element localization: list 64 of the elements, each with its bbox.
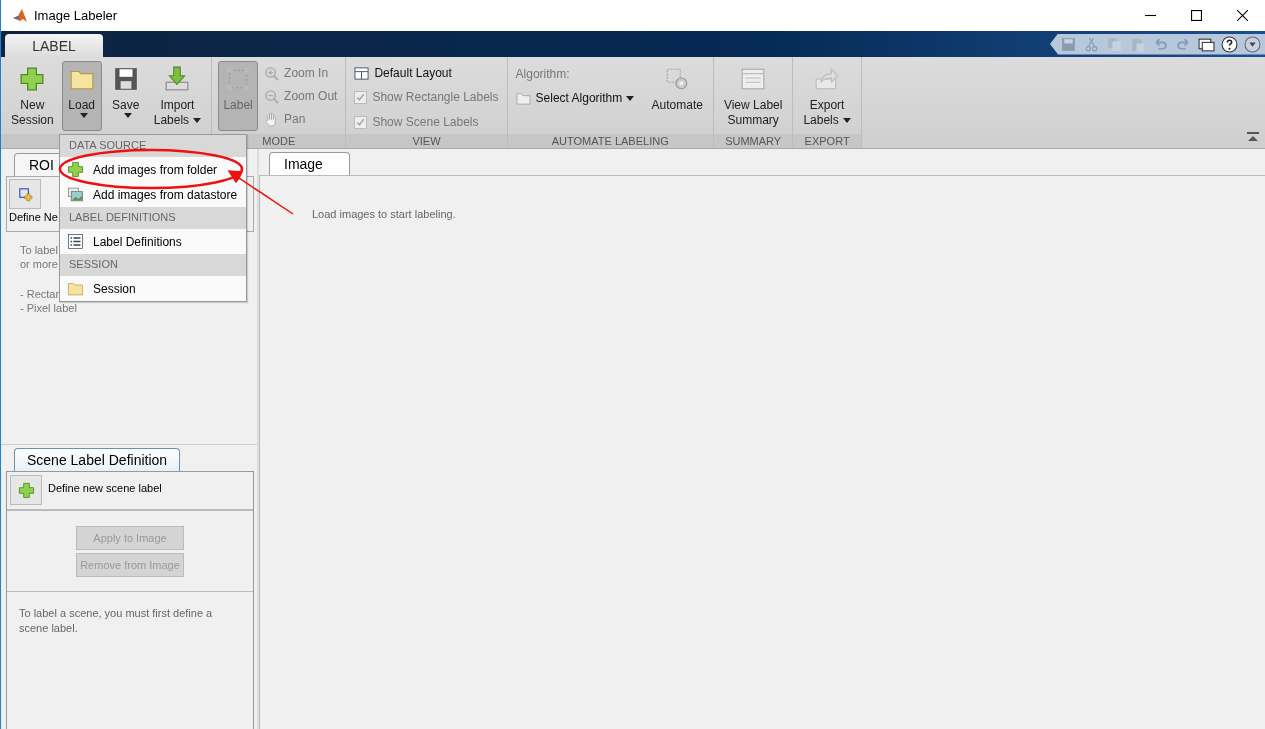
folder-icon xyxy=(515,90,531,106)
zoom-in-icon xyxy=(264,65,280,81)
menu-heading: DATA SOURCE xyxy=(60,135,246,157)
export-button[interactable]: Export Labels xyxy=(799,61,855,131)
close-icon xyxy=(1236,10,1248,21)
plus-icon xyxy=(17,481,35,499)
list-icon xyxy=(67,233,84,250)
save-icon[interactable] xyxy=(1060,35,1077,53)
collapse-ribbon-icon[interactable] xyxy=(1247,132,1259,142)
caret-icon xyxy=(626,95,635,101)
scissors-icon[interactable] xyxy=(1083,35,1100,53)
layout-button[interactable]: Default Layout xyxy=(352,63,501,83)
add-scene-label-button[interactable] xyxy=(10,475,42,505)
ribbon-tab[interactable]: LABEL xyxy=(5,34,103,57)
caret-icon[interactable] xyxy=(1244,35,1261,53)
menu-item[interactable]: Label Definitions xyxy=(60,229,246,254)
automate-button[interactable]: Automate xyxy=(647,61,707,131)
menu-heading: LABEL DEFINITIONS xyxy=(60,207,246,229)
checkmark-icon xyxy=(355,91,367,103)
help-text: To label a scene, you must first define a scene label. xyxy=(19,606,214,636)
algorithm-label: Algorithm: xyxy=(514,66,571,83)
folder-icon xyxy=(67,280,84,297)
plus-icon xyxy=(19,66,46,92)
panel-tab[interactable]: Image xyxy=(269,152,350,175)
help-text: - Pixel label xyxy=(20,301,77,315)
select-algorithm-dropdown[interactable]: Select Algorithm xyxy=(513,88,644,108)
selection-box-icon xyxy=(225,66,252,92)
section-label: EXPORT xyxy=(793,134,861,148)
layout-icon xyxy=(354,65,370,81)
maximize-icon xyxy=(1190,10,1202,21)
section-label: SUMMARY xyxy=(713,134,793,148)
view-summary-button[interactable]: View Label Summary xyxy=(719,61,787,131)
panel-tab[interactable]: Scene Label Definition xyxy=(14,448,181,471)
toolbar-button[interactable]: Import Labels xyxy=(149,61,206,131)
toolbar-button[interactable]: Save xyxy=(105,61,146,131)
help-text: or more xyxy=(20,257,58,271)
images-icon xyxy=(67,186,84,203)
plus-icon xyxy=(67,161,84,178)
help-text: To label xyxy=(20,243,58,257)
define-roi-label: Define Ne xyxy=(9,211,58,223)
caret-icon xyxy=(123,113,132,118)
define-scene-label: Define new scene label xyxy=(48,482,162,494)
checkmark-icon xyxy=(355,116,367,128)
summary-icon xyxy=(740,66,767,92)
empty-message: Load images to start labeling. xyxy=(312,208,456,220)
toolbar-button[interactable]: Load xyxy=(61,61,102,131)
import-icon xyxy=(164,66,191,92)
window-title: Image Labeler xyxy=(34,8,118,23)
caret-icon xyxy=(842,118,851,124)
export-icon xyxy=(814,66,841,92)
copy-icon[interactable] xyxy=(1106,35,1123,53)
add-rectangle-icon xyxy=(16,185,34,203)
menu-item[interactable]: Add images from datastore xyxy=(60,182,246,207)
menu-heading: SESSION xyxy=(60,254,246,276)
caret-icon xyxy=(193,118,202,124)
help-icon[interactable] xyxy=(1221,35,1238,53)
section-label: VIEW xyxy=(346,134,507,148)
app-logo-icon xyxy=(12,7,28,24)
zoom-out-icon xyxy=(264,88,280,104)
define-roi-button[interactable] xyxy=(9,179,41,209)
caret-icon xyxy=(79,113,88,118)
section-label: AUTOMATE LABELING xyxy=(507,134,713,148)
toolbar-button[interactable]: New Session xyxy=(7,61,58,131)
menu-item[interactable]: Session xyxy=(60,276,246,301)
